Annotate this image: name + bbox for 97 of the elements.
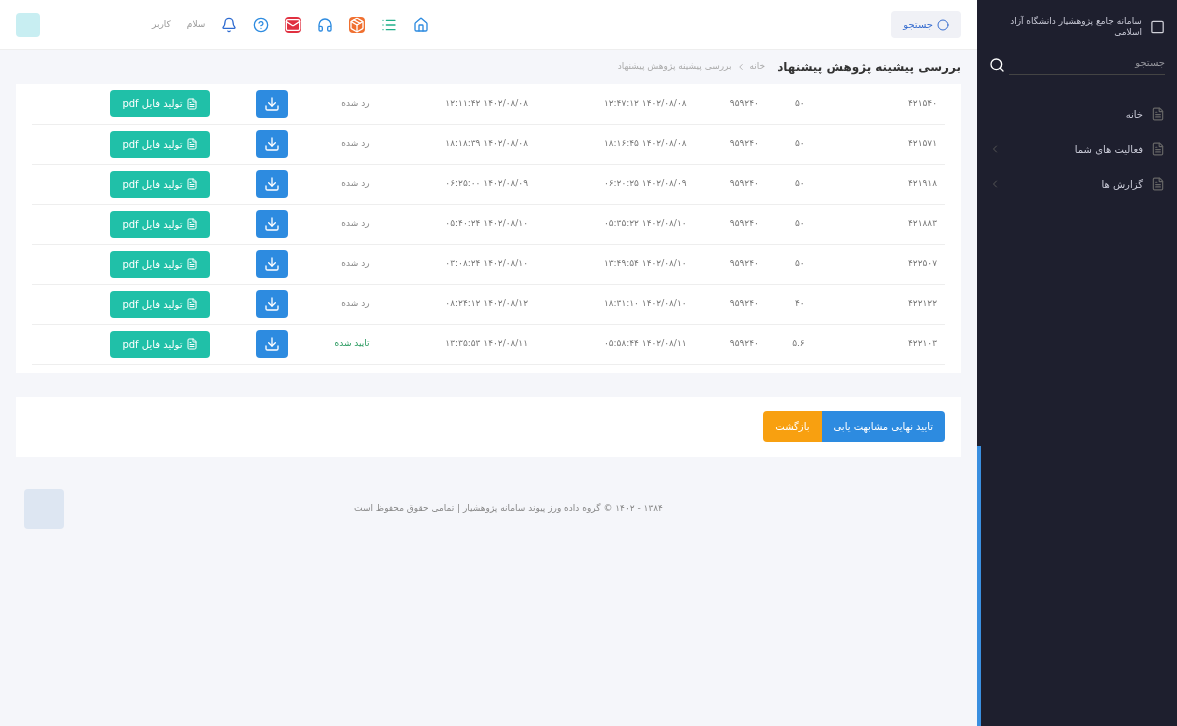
file-icon: [186, 298, 199, 310]
table-cell: ۱۴۰۲/۰۸/۰۸ ۱۲:۱۱:۴۲: [377, 84, 537, 124]
table-cell: ۴۲۲۱۲۲: [872, 284, 945, 324]
table-cell: ۴۰: [766, 284, 813, 324]
greeting: سلام: [186, 17, 206, 31]
table-cell: ۱۴۰۲/۰۸/۱۰ ۱۳:۴۹:۵۴: [536, 244, 695, 284]
status-label: رد شده: [341, 218, 370, 229]
download-button[interactable]: [255, 290, 288, 318]
menu-item[interactable]: خانه: [989, 106, 1143, 122]
table-cell: ۵.۶: [766, 324, 813, 364]
table-cell: ۹۵۹۲۴۰: [694, 164, 767, 204]
download-icon: [263, 296, 280, 312]
table-cell: ۹۵۹۲۴۰: [694, 244, 767, 284]
pdf-button[interactable]: تولید فایل pdf: [110, 290, 211, 318]
table-cell: ۱۴۰۲/۰۸/۰۸ ۱۸:۱۸:۳۹: [377, 124, 537, 164]
table-cell: ۱۴۰۲/۰۸/۰۹ ۰۶:۲۰:۲۵: [536, 164, 695, 204]
table-cell: ۵۰: [766, 164, 813, 204]
download-icon: [263, 216, 280, 232]
search-field[interactable]: جستجو: [1009, 54, 1165, 75]
table-cell: ۵۰: [766, 244, 813, 284]
footer-logo: [24, 488, 64, 529]
table-cell: ۱۴۰۲/۰۸/۱۰ ۱۸:۳۱:۱۰: [536, 284, 695, 324]
status-label: تایید شده: [334, 338, 370, 349]
user-name: کاربر: [152, 17, 171, 31]
download-icon: [263, 336, 280, 352]
menu-item[interactable]: فعالیت های شما: [1009, 141, 1143, 157]
table-cell: ۴۲۱۵۴۰: [872, 84, 945, 124]
table-cell: ۹۵۹۲۴۰: [694, 284, 767, 324]
table-cell: ۴۲۱۹۱۸: [872, 164, 945, 204]
page-title: بررسی پیشینه پژوهش پیشنهاد: [777, 59, 961, 76]
headset-icon[interactable]: [317, 16, 334, 33]
download-icon: [263, 256, 280, 272]
confirm-button[interactable]: تایید نهایی مشابهت یابی: [821, 411, 945, 442]
table-cell: ۵۰: [766, 204, 813, 244]
download-button[interactable]: [255, 250, 288, 278]
table-cell: ۱۴۰۲/۰۸/۱۱ ۰۵:۵۸:۴۴: [536, 324, 695, 364]
status-label: رد شده: [341, 138, 370, 149]
menu-item-icon: [1151, 142, 1165, 156]
table-cell: ۱۴۰۲/۰۸/۰۸ ۱۲:۴۷:۱۲: [536, 84, 695, 124]
breadcrumb-link[interactable]: خانه: [749, 60, 766, 74]
help-icon[interactable]: [253, 16, 270, 33]
table-cell: ۴۲۱۵۷۱: [872, 124, 945, 164]
table-cell: ۹۵۹۲۴۰: [694, 124, 767, 164]
table-cell: ۵۰: [766, 84, 813, 124]
table-cell: ۴۲۱۸۸۳: [872, 204, 945, 244]
file-icon: [186, 258, 199, 270]
pdf-button[interactable]: تولید فایل pdf: [110, 330, 211, 358]
file-icon: [186, 218, 199, 230]
download-button[interactable]: [255, 330, 288, 358]
pdf-button[interactable]: تولید فایل pdf: [110, 170, 211, 198]
status-label: رد شده: [341, 98, 370, 108]
download-icon: [263, 136, 280, 152]
scrollbar[interactable]: [977, 446, 981, 726]
file-icon: [186, 138, 199, 150]
mail-icon[interactable]: [285, 16, 302, 33]
table-cell: ۴۲۲۵۰۷: [872, 244, 945, 284]
file-icon: [186, 178, 199, 190]
breadcrumb-link[interactable]: بررسی پیشینه پژوهش پیشنهاد: [617, 60, 732, 74]
search-icon: [989, 56, 1005, 73]
sidebar-title: سامانه جامع پژوهشیار دانشگاه آزاد اسلامی: [1009, 16, 1142, 39]
copyright-text: ۱۳۸۴ - ۱۴۰۲ © گروه داده ورز پیوند سامانه پژوهشیار | تمامی حقوق محفوظ است: [353, 501, 664, 515]
table-cell: ۱۴۰۲/۰۸/۱۰ ۰۵:۳۵:۲۲: [536, 204, 695, 244]
home-icon[interactable]: [413, 16, 430, 33]
table-cell: ۱۴۰۲/۰۸/۱۲ ۰۸:۲۴:۱۲: [377, 284, 537, 324]
circle-icon: [937, 18, 949, 31]
download-button[interactable]: [255, 210, 288, 238]
menu-item-icon: [1151, 107, 1165, 121]
table-cell: ۱۴۰۲/۰۸/۰۸ ۱۸:۱۶:۴۵: [536, 124, 695, 164]
menu-item-icon: [1151, 177, 1165, 191]
download-icon: [263, 95, 280, 112]
bell-icon[interactable]: [221, 16, 238, 33]
box-icon[interactable]: [349, 16, 366, 33]
menu-item[interactable]: گزارش ها: [1009, 176, 1143, 192]
table-cell: ۱۴۰۲/۰۸/۱۱ ۱۳:۳۵:۵۳: [377, 324, 537, 364]
pdf-button[interactable]: تولید فایل pdf: [110, 250, 211, 278]
download-icon: [263, 176, 280, 192]
table-cell: ۱۴۰۲/۰۸/۱۰ ۰۳:۰۸:۲۴: [377, 244, 537, 284]
file-icon: [186, 338, 199, 350]
pdf-button[interactable]: تولید فایل pdf: [110, 130, 211, 158]
file-icon: [186, 97, 199, 110]
table-cell: ۵۰: [766, 124, 813, 164]
download-button[interactable]: [255, 130, 288, 158]
pdf-button[interactable]: تولید فایل pdf: [110, 210, 211, 238]
back-button[interactable]: بازگشت: [763, 411, 822, 442]
status-label: رد شده: [341, 178, 370, 189]
download-button[interactable]: [255, 170, 288, 198]
table-cell: ۱۴۰۲/۰۸/۰۹ ۰۶:۲۵:۰۰: [377, 164, 537, 204]
pdf-button[interactable]: تولید فایل pdf: [110, 90, 211, 118]
status-label: رد شده: [341, 298, 370, 309]
search-button[interactable]: جستجو: [891, 11, 961, 38]
table-cell: ۴۲۲۱۰۳: [872, 324, 945, 364]
table-cell: ۹۵۹۲۴۰: [694, 324, 767, 364]
table-cell: ۹۵۹۲۴۰: [694, 84, 767, 124]
download-button[interactable]: [255, 89, 288, 118]
table-cell: ۹۵۹۲۴۰: [694, 204, 767, 244]
status-label: رد شده: [341, 258, 370, 269]
table-cell: ۱۴۰۲/۰۸/۱۰ ۰۵:۴۰:۲۴: [377, 204, 537, 244]
